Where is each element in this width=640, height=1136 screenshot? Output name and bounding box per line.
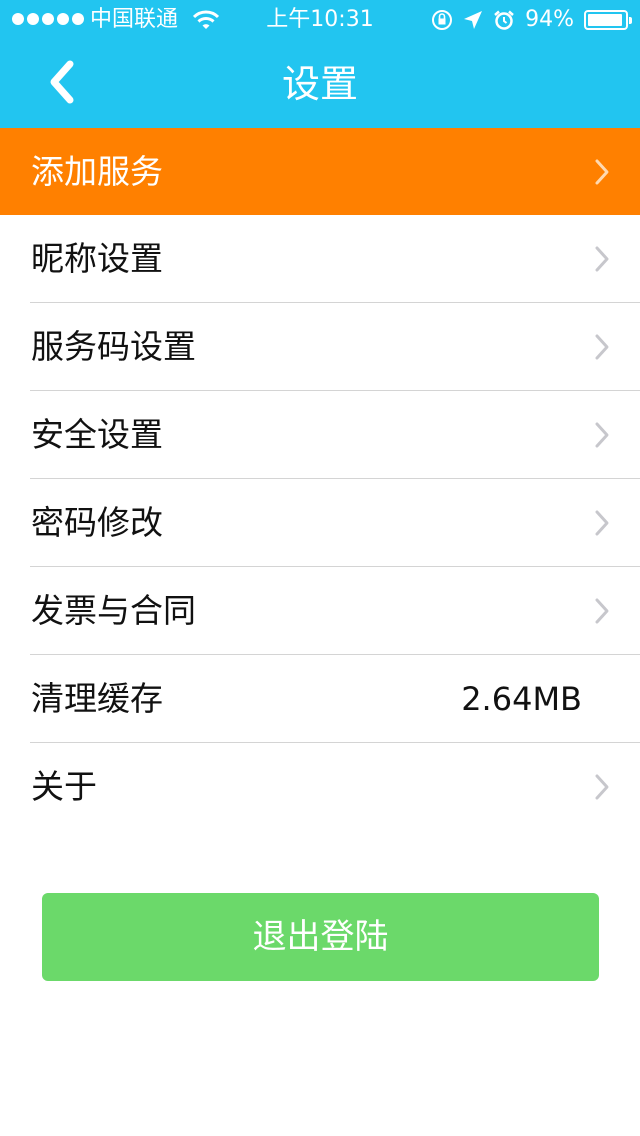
page-title: 设置 <box>281 62 358 106</box>
row-label: 服务码设置 <box>31 327 196 366</box>
chevron-right-icon <box>595 510 609 536</box>
row-label: 昵称设置 <box>31 239 163 278</box>
cache-size-value: 2.64MB <box>461 680 582 718</box>
row-label: 清理缓存 <box>31 679 163 718</box>
change-password-row[interactable]: 密码修改 <box>0 479 640 567</box>
chevron-right-icon <box>595 774 609 800</box>
invoice-contract-row[interactable]: 发票与合同 <box>0 567 640 655</box>
location-arrow-icon <box>464 11 483 29</box>
service-code-settings-row[interactable]: 服务码设置 <box>0 303 640 391</box>
battery-percentage: 94% <box>525 7 574 32</box>
battery-icon <box>584 10 632 30</box>
status-bar: 中国联通 上午10:31 94% <box>0 0 640 40</box>
status-right-group: 94% <box>431 7 632 33</box>
chevron-right-icon <box>595 598 609 624</box>
chevron-right-icon <box>595 334 609 360</box>
row-label: 添加服务 <box>31 152 163 191</box>
add-service-row[interactable]: 添加服务 <box>0 128 640 215</box>
row-label: 密码修改 <box>31 503 163 542</box>
alarm-icon <box>494 10 514 30</box>
about-row[interactable]: 关于 <box>0 743 640 831</box>
nav-bar: 设置 <box>0 40 640 128</box>
chevron-right-icon <box>595 159 609 185</box>
chevron-right-icon <box>595 422 609 448</box>
header: 中国联通 上午10:31 94% 设置 <box>0 0 640 128</box>
row-label: 关于 <box>31 767 97 806</box>
settings-list: 添加服务 昵称设置 服务码设置 安全设置 密码修改 发票与合同 清理缓存 2.6… <box>0 128 640 831</box>
orientation-lock-icon <box>432 10 453 30</box>
logout-button[interactable]: 退出登陆 <box>42 893 599 981</box>
security-settings-row[interactable]: 安全设置 <box>0 391 640 479</box>
row-label: 安全设置 <box>31 415 163 454</box>
clear-cache-row[interactable]: 清理缓存 2.64MB <box>0 655 640 743</box>
battery-fill <box>588 14 622 26</box>
nickname-settings-row[interactable]: 昵称设置 <box>0 215 640 303</box>
settings-screen: 中国联通 上午10:31 94% 设置 添加服务 昵称设置 服务码设置 安全设置… <box>0 0 640 1136</box>
row-label: 发票与合同 <box>31 591 196 630</box>
chevron-right-icon <box>595 246 609 272</box>
